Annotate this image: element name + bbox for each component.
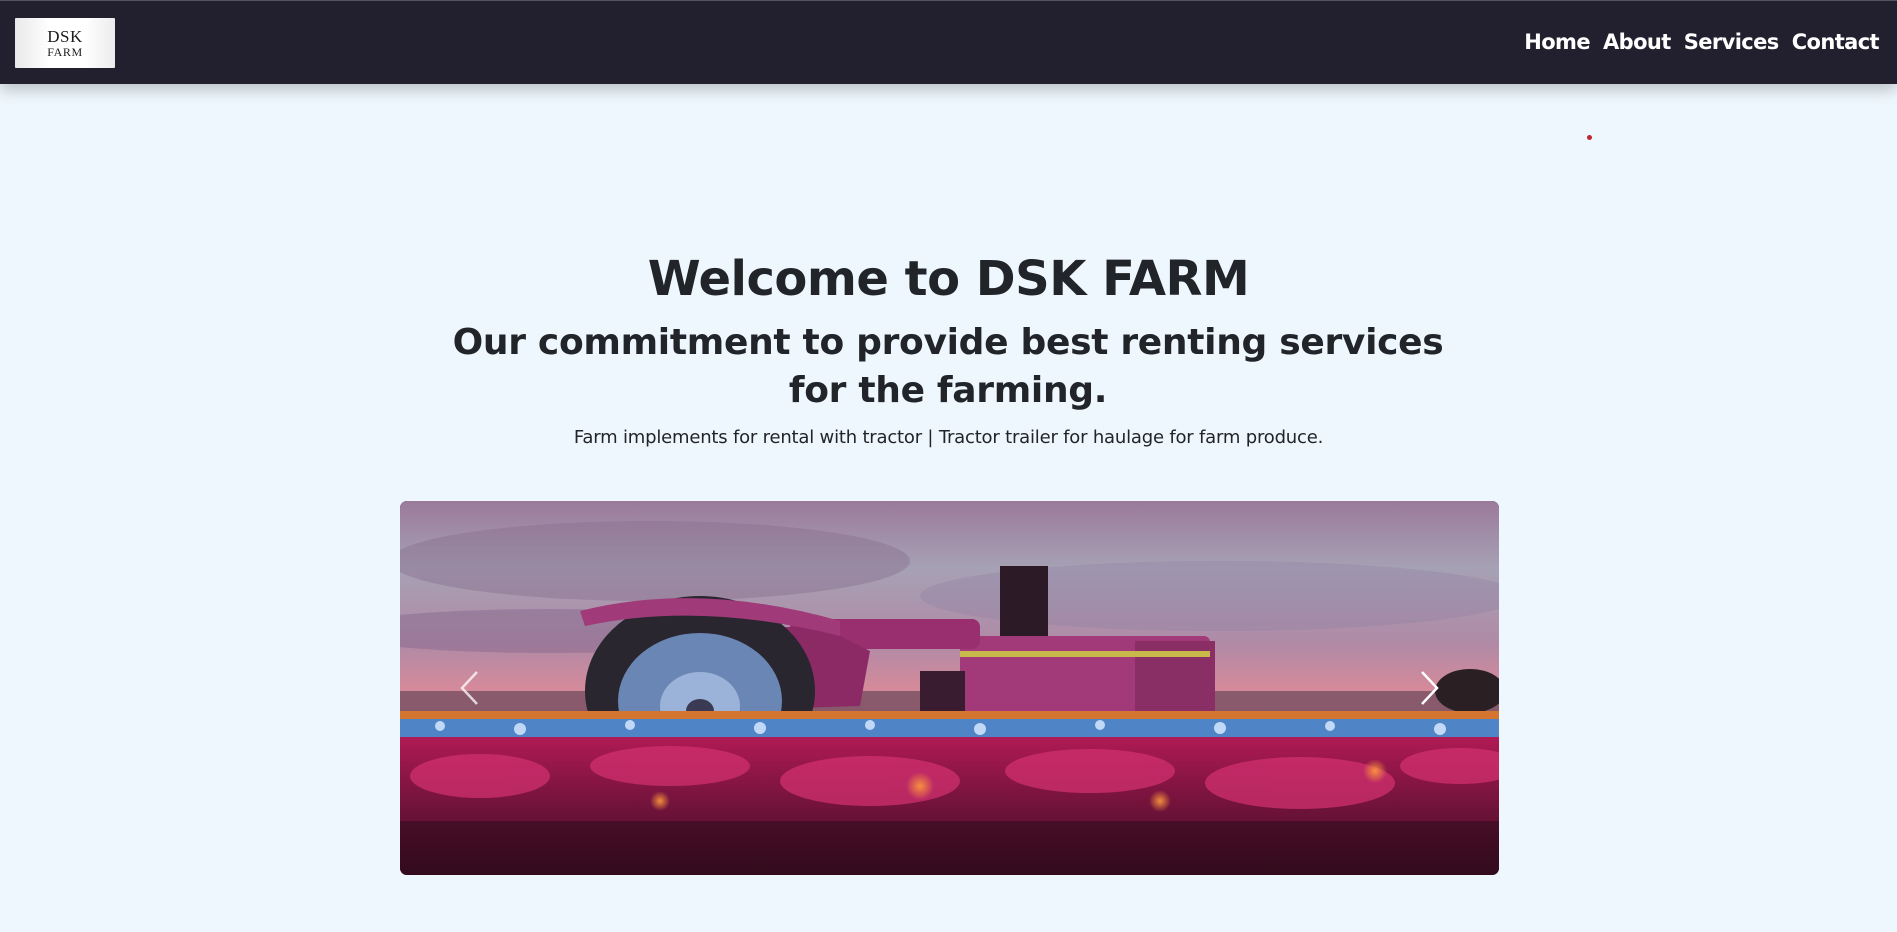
tractor-slide-image bbox=[400, 501, 1499, 875]
nav-link-home[interactable]: Home bbox=[1524, 25, 1590, 59]
nav-links: Home About Services Contact bbox=[1524, 25, 1879, 59]
red-dot-marker bbox=[1587, 135, 1592, 140]
chevron-left-icon bbox=[460, 671, 478, 705]
hero-subtitle: Our commitment to provide best renting s… bbox=[452, 322, 1444, 411]
carousel-next-button[interactable] bbox=[1359, 501, 1499, 875]
hero-title: Welcome to DSK FARM bbox=[647, 251, 1250, 307]
nav-link-contact[interactable]: Contact bbox=[1792, 25, 1880, 59]
logo-text-line2: FARM bbox=[47, 44, 83, 59]
nav-link-services[interactable]: Services bbox=[1684, 25, 1780, 59]
nav-link-about[interactable]: About bbox=[1603, 25, 1671, 59]
hero-tagline: Farm implements for rental with tractor … bbox=[573, 427, 1324, 448]
image-carousel[interactable] bbox=[400, 501, 1499, 875]
navbar: DSK FARM Home About Services Contact bbox=[0, 0, 1897, 84]
chevron-right-icon bbox=[1421, 671, 1439, 705]
logo-text-line1: DSK bbox=[47, 26, 83, 46]
carousel-prev-button[interactable] bbox=[400, 501, 540, 875]
logo[interactable]: DSK FARM bbox=[15, 18, 115, 68]
